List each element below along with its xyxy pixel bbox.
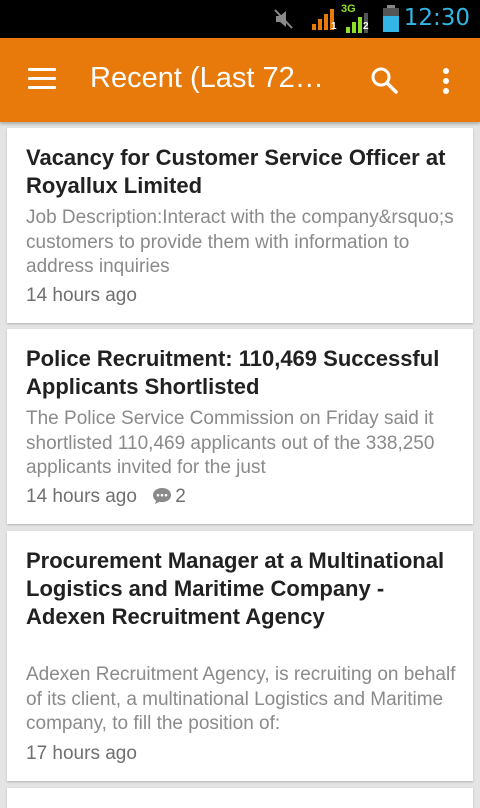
page-title: Recent (Last 72… [90,62,324,94]
mute-icon [274,9,293,29]
article-time: 14 hours ago [26,486,137,507]
sim1-label: 1 [331,21,337,32]
comment-count: 2 [152,486,186,507]
article-description: Job Description:Interact with the compan… [26,207,454,277]
sim2-label: 2 [363,21,369,32]
status-time: 12:30 [403,5,470,31]
article-meta: 17 hours ago [26,743,137,765]
article-description: Adexen Recruitment Agency, is recruiting… [26,664,456,734]
comment-count-value: 2 [175,486,186,507]
article-time: 14 hours ago [26,285,137,306]
article-title: Vacancy for Customer Service Officer at … [26,145,446,198]
article-meta: 14 hours ago 2 [26,486,186,508]
article-card[interactable]: Police Recruitment: 110,469 Successful A… [7,329,473,524]
article-description: The Police Service Commission on Friday … [26,408,435,478]
article-time: 17 hours ago [26,743,137,764]
app-bar: Recent (Last 72… [0,38,480,122]
article-title: Police Recruitment: 110,469 Successful A… [26,346,440,399]
article-card[interactable]: Vacancy for Customer Service Officer at … [7,128,473,323]
status-bar: 1 3G 2 12:30 [0,0,480,38]
article-card[interactable] [7,788,473,808]
search-icon[interactable] [369,65,399,95]
comment-icon [153,488,172,504]
article-title: Procurement Manager at a Multinational L… [26,548,445,629]
article-card[interactable]: Procurement Manager at a Multinational L… [7,531,473,781]
menu-icon[interactable] [28,68,56,92]
article-meta: 14 hours ago [26,285,137,307]
more-vert-icon[interactable] [434,67,458,95]
battery-icon [383,5,399,32]
